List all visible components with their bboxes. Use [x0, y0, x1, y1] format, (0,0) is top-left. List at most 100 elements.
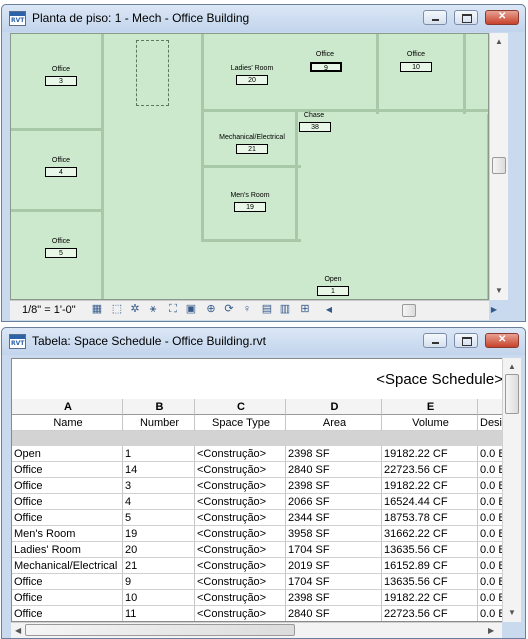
cell-design[interactable]: 0.0 B: [478, 446, 503, 462]
cell-design[interactable]: 0.0 B: [478, 526, 503, 542]
table-row[interactable]: Office 5 <Construção> 2344 SF 18753.78 C…: [12, 510, 503, 526]
cell-space-type[interactable]: <Construção>: [195, 478, 286, 494]
cell-volume[interactable]: 19182.22 CF: [382, 478, 478, 494]
cell-volume[interactable]: 22723.56 CF: [382, 606, 478, 621]
cell-number[interactable]: 5: [123, 510, 195, 526]
cell-area[interactable]: 1704 SF: [286, 542, 382, 558]
cell-number[interactable]: 3: [123, 478, 195, 494]
cell-number[interactable]: 10: [123, 590, 195, 606]
cell-space-type[interactable]: <Construção>: [195, 590, 286, 606]
cell-design[interactable]: 0.0 B: [478, 606, 503, 621]
crop-view-icon[interactable]: ⛶: [166, 303, 180, 316]
schedule-grid[interactable]: <Space Schedule> A B C D E Name Number S…: [11, 358, 504, 622]
view-scale[interactable]: 1/8" = 1'-0": [22, 304, 76, 316]
cell-name[interactable]: Men's Room: [12, 526, 123, 542]
cell-space-type[interactable]: <Construção>: [195, 606, 286, 621]
table-row[interactable]: Men's Room 19 <Construção> 3958 SF 31662…: [12, 526, 503, 542]
table-row[interactable]: Office 11 <Construção> 2840 SF 22723.56 …: [12, 606, 503, 621]
table-row[interactable]: Office 3 <Construção> 2398 SF 19182.22 C…: [12, 478, 503, 494]
column-header[interactable]: Space Type: [195, 415, 286, 431]
lightbulb-icon[interactable]: ♀: [240, 303, 254, 316]
cell-space-type[interactable]: <Construção>: [195, 526, 286, 542]
column-letter[interactable]: E: [382, 399, 478, 415]
scroll-right-icon[interactable]: ▶: [488, 626, 494, 635]
maximize-button[interactable]: [454, 10, 478, 25]
table-row[interactable]: Mechanical/Electrical 21 <Construção> 20…: [12, 558, 503, 574]
temporary-hide-icon[interactable]: ⊕: [204, 303, 218, 316]
cell-design[interactable]: 0.0 B: [478, 494, 503, 510]
minimize-button[interactable]: [423, 333, 447, 348]
cell-space-type[interactable]: <Construção>: [195, 462, 286, 478]
room-tag[interactable]: 20: [236, 75, 268, 85]
cell-volume[interactable]: 22723.56 CF: [382, 462, 478, 478]
column-letter[interactable]: C: [195, 399, 286, 415]
column-letter[interactable]: A: [12, 399, 123, 415]
lock-view-icon[interactable]: ▤: [260, 303, 274, 316]
cell-name[interactable]: Office: [12, 462, 123, 478]
scroll-thumb[interactable]: [492, 157, 506, 174]
cell-number[interactable]: 20: [123, 542, 195, 558]
cell-area[interactable]: 2398 SF: [286, 590, 382, 606]
close-button[interactable]: [485, 10, 519, 25]
sun-path-icon[interactable]: ✲: [128, 303, 142, 316]
cell-number[interactable]: 1: [123, 446, 195, 462]
room-tag[interactable]: 9: [310, 62, 342, 72]
cell-volume[interactable]: 13635.56 CF: [382, 542, 478, 558]
cell-name[interactable]: Office: [12, 574, 123, 590]
cell-area[interactable]: 2840 SF: [286, 462, 382, 478]
table-row[interactable]: Office 10 <Construção> 2398 SF 19182.22 …: [12, 590, 503, 606]
cell-area[interactable]: 2398 SF: [286, 478, 382, 494]
schedule-horizontal-scrollbar[interactable]: ◀ ▶: [11, 622, 502, 638]
plan-hscroll-thumb[interactable]: [402, 304, 416, 317]
column-header[interactable]: Name: [12, 415, 123, 431]
cell-space-type[interactable]: <Construção>: [195, 494, 286, 510]
cell-number[interactable]: 19: [123, 526, 195, 542]
cell-name[interactable]: Office: [12, 606, 123, 621]
close-button[interactable]: [485, 333, 519, 348]
worksharing-icon[interactable]: ▥: [278, 303, 292, 316]
scroll-down-icon[interactable]: ▼: [495, 286, 503, 295]
column-header[interactable]: Desi: [478, 415, 503, 431]
schedule-titlebar[interactable]: RVT Tabela: Space Schedule - Office Buil…: [2, 328, 525, 355]
room-tag[interactable]: 4: [45, 167, 77, 177]
room-tag[interactable]: 21: [236, 144, 268, 154]
cell-area[interactable]: 2840 SF: [286, 606, 382, 621]
table-row[interactable]: Office 4 <Construção> 2066 SF 16524.44 C…: [12, 494, 503, 510]
cell-name[interactable]: Ladies' Room: [12, 542, 123, 558]
cell-name[interactable]: Office: [12, 510, 123, 526]
detail-level-icon[interactable]: ▦: [90, 303, 104, 316]
scroll-up-icon[interactable]: ▲: [508, 362, 516, 371]
cell-volume[interactable]: 18753.78 CF: [382, 510, 478, 526]
cell-volume[interactable]: 16524.44 CF: [382, 494, 478, 510]
cell-name[interactable]: Mechanical/Electrical: [12, 558, 123, 574]
column-header[interactable]: Volume: [382, 415, 478, 431]
room-tag[interactable]: 10: [400, 62, 432, 72]
cell-area[interactable]: 2066 SF: [286, 494, 382, 510]
room-tag[interactable]: 38: [299, 122, 331, 132]
cell-design[interactable]: 0.0 B: [478, 510, 503, 526]
cell-space-type[interactable]: <Construção>: [195, 542, 286, 558]
cell-area[interactable]: 3958 SF: [286, 526, 382, 542]
cell-number[interactable]: 11: [123, 606, 195, 621]
room-tag[interactable]: 19: [234, 202, 266, 212]
plan-scroll-left-icon[interactable]: ◀: [322, 303, 336, 316]
cell-design[interactable]: 0.0 B: [478, 558, 503, 574]
cell-space-type[interactable]: <Construção>: [195, 558, 286, 574]
visual-style-icon[interactable]: ⬚: [110, 303, 124, 316]
cell-name[interactable]: Office: [12, 478, 123, 494]
cell-volume[interactable]: 19182.22 CF: [382, 446, 478, 462]
table-row[interactable]: Open 1 <Construção> 2398 SF 19182.22 CF …: [12, 446, 503, 462]
cell-volume[interactable]: 19182.22 CF: [382, 590, 478, 606]
cell-name[interactable]: Office: [12, 590, 123, 606]
cell-design[interactable]: 0.0 B: [478, 574, 503, 590]
plan-vertical-scrollbar[interactable]: ▲ ▼: [489, 33, 508, 300]
cell-name[interactable]: Open: [12, 446, 123, 462]
schedule-vertical-scrollbar[interactable]: ▲ ▼: [502, 358, 521, 622]
table-row[interactable]: Office 14 <Construção> 2840 SF 22723.56 …: [12, 462, 503, 478]
scroll-left-icon[interactable]: ◀: [15, 626, 21, 635]
floor-plan-canvas[interactable]: Office 3 Office 4 Office 5 Ladies' Room …: [10, 33, 489, 300]
floor-plan-titlebar[interactable]: RVT Planta de piso: 1 - Mech - Office Bu…: [2, 5, 525, 32]
scroll-thumb[interactable]: [505, 374, 519, 414]
crop-region-icon[interactable]: ▣: [184, 303, 198, 316]
cell-volume[interactable]: 16152.89 CF: [382, 558, 478, 574]
